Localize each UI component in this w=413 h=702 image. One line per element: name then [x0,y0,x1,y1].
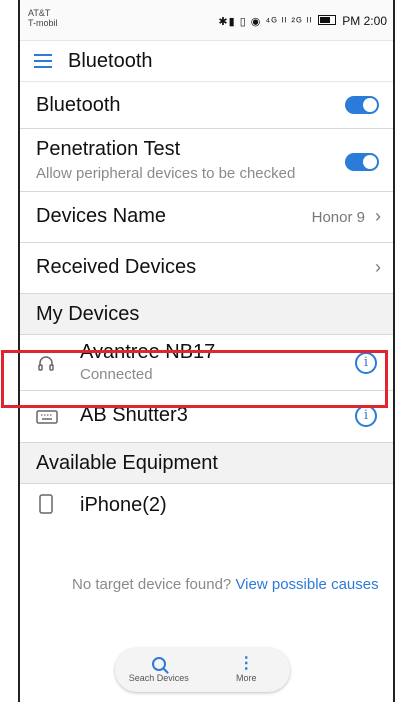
search-icon [151,657,166,671]
page-title: Bluetooth [68,49,153,72]
keyboard-icon [36,410,58,424]
penetration-test-toggle[interactable] [345,153,379,171]
phone-icon [39,494,53,514]
bluetooth-toggle[interactable] [345,96,379,114]
battery-icon [318,14,337,28]
bluetooth-label: Bluetooth [36,94,121,116]
available-equipment-header: Available Equipment [20,443,393,484]
highlight-box [1,350,388,408]
view-causes-link[interactable]: View possible causes [235,576,378,593]
status-indicators: ✱▮ ▯ ◉ ⁴ᴳ ᴵᴵ ²ᴳ ᴵᴵ PM 2:00 [218,14,387,28]
device-row-iphone[interactable]: iPhone(2) [20,484,393,528]
bluetooth-row[interactable]: Bluetooth [20,82,393,129]
bottom-action-bar: Seach Devices ⋮ More [115,648,290,692]
penetration-test-description: Allow peripheral devices to be checked [36,165,296,182]
menu-icon[interactable] [34,54,52,68]
received-devices-row[interactable]: Received Devices › [20,243,393,294]
more-button[interactable]: ⋮ More [206,655,286,684]
penetration-test-row[interactable]: Penetration Test Allow peripheral device… [20,129,393,192]
devices-name-value: Honor 9 [311,209,365,226]
devices-name-label: Devices Name [36,205,167,227]
search-devices-button[interactable]: Seach Devices [119,657,199,683]
chevron-right-icon: › [375,257,381,277]
device-name: iPhone(2) [80,494,167,516]
chevron-right-icon: › [375,206,381,226]
received-devices-label: Received Devices [36,256,197,278]
more-icon: ⋮ [238,655,255,672]
my-devices-header: My Devices [20,294,393,335]
app-bar: Bluetooth [20,41,393,82]
info-icon[interactable]: i [355,405,377,427]
signal-icons: ✱▮ ▯ ◉ ⁴ᴳ ᴵᴵ ²ᴳ ᴵᴵ [218,15,313,28]
status-bar: AT&T T-mobil ✱▮ ▯ ◉ ⁴ᴳ ᴵᴵ ²ᴳ ᴵᴵ PM 2:00 [20,0,393,41]
clock: PM 2:00 [342,14,387,28]
carrier-label: AT&T T-mobil [28,8,58,28]
devices-name-row[interactable]: Devices Name Honor 9 › [20,192,393,243]
no-device-note: No target device found? View possible ca… [72,576,379,593]
penetration-test-label: Penetration Test [36,138,181,160]
